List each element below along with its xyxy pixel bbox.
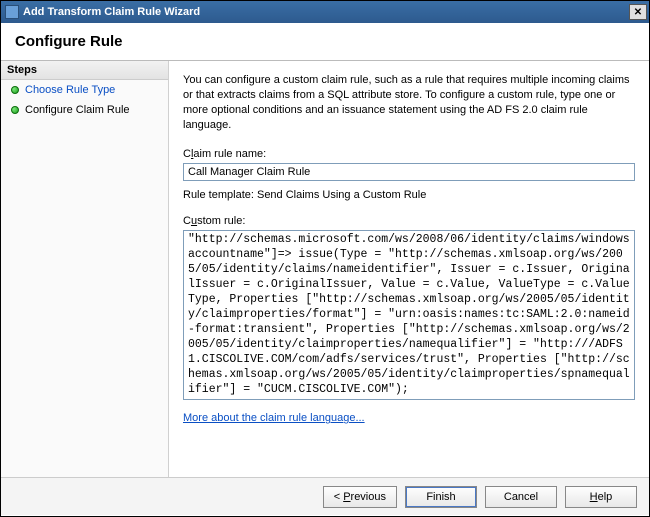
app-icon: [5, 5, 19, 19]
help-button[interactable]: Help: [565, 486, 637, 508]
finish-button[interactable]: Finish: [405, 486, 477, 508]
more-about-link[interactable]: More about the claim rule language...: [183, 412, 635, 424]
window-title: Add Transform Claim Rule Wizard: [23, 6, 629, 18]
step-bullet-icon: [11, 86, 19, 94]
button-bar: < Previous Finish Cancel Help: [1, 477, 649, 515]
custom-rule-label: Custom rule:: [183, 215, 635, 227]
wizard-header: Configure Rule: [1, 23, 649, 61]
steps-header: Steps: [1, 61, 168, 80]
step-choose-rule-type[interactable]: Choose Rule Type: [1, 80, 168, 100]
previous-button[interactable]: < Previous: [323, 486, 397, 508]
cancel-button[interactable]: Cancel: [485, 486, 557, 508]
wizard-body: Steps Choose Rule Type Configure Claim R…: [1, 61, 649, 477]
custom-rule-textarea[interactable]: "http://schemas.microsoft.com/ws/2008/06…: [183, 230, 635, 400]
description-text: You can configure a custom claim rule, s…: [183, 73, 635, 132]
window-titlebar: Add Transform Claim Rule Wizard ✕: [1, 1, 649, 23]
content-panel: You can configure a custom claim rule, s…: [169, 61, 649, 477]
close-button[interactable]: ✕: [629, 4, 647, 20]
step-bullet-icon: [11, 106, 19, 114]
page-title: Configure Rule: [15, 33, 635, 50]
step-configure-claim-rule[interactable]: Configure Claim Rule: [1, 100, 168, 120]
step-label[interactable]: Choose Rule Type: [25, 84, 115, 96]
claim-rule-name-input[interactable]: [183, 163, 635, 181]
claim-rule-name-label: Claim rule name:: [183, 148, 635, 160]
step-label: Configure Claim Rule: [25, 104, 130, 116]
rule-template-label: Rule template: Send Claims Using a Custo…: [183, 189, 635, 201]
steps-panel: Steps Choose Rule Type Configure Claim R…: [1, 61, 169, 477]
